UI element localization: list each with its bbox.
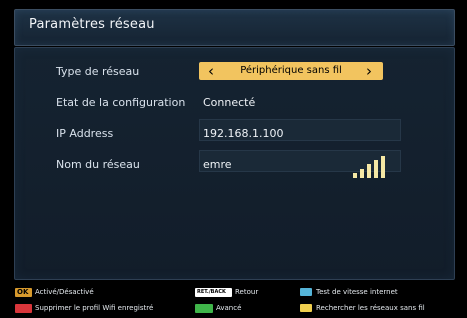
ok-key-icon: OK	[15, 288, 32, 297]
network-settings-panel: Type de réseau ‹ Périphérique sans fil ›…	[14, 47, 455, 280]
return-back-key-icon: RET./BACK	[195, 288, 232, 297]
wifi-signal-strength-icon	[353, 156, 385, 178]
signal-bar-4	[374, 160, 378, 178]
page-title: Paramètres réseau	[29, 17, 155, 32]
red-key-icon	[15, 304, 32, 313]
network-type-value: Périphérique sans fil	[240, 65, 342, 76]
network-type-selector[interactable]: ‹ Périphérique sans fil ›	[199, 62, 383, 80]
yellow-key-icon	[300, 304, 312, 312]
delete-saved-wifi-profile-hint: Supprimer le profil Wifi enregistré	[35, 304, 154, 312]
signal-bar-2	[360, 169, 364, 178]
signal-bar-3	[367, 164, 371, 178]
chevron-right-icon[interactable]: ›	[366, 62, 372, 80]
ip-address-label: IP Address	[56, 127, 114, 140]
title-bar: Paramètres réseau	[14, 9, 455, 46]
activate-deactivate-hint: Activé/Désactivé	[35, 288, 94, 296]
ip-address-value: 192.168.1.100	[203, 127, 284, 140]
signal-bar-5	[381, 156, 385, 178]
advanced-hint: Avancé	[216, 304, 242, 312]
configuration-state-value: Connecté	[203, 96, 256, 109]
signal-bar-1	[353, 173, 357, 178]
return-back-key-label: RET./BACK	[197, 289, 226, 295]
configuration-state-label: Etat de la configuration	[56, 96, 186, 109]
network-name-value: emre	[203, 158, 232, 171]
green-key-icon	[195, 304, 213, 313]
internet-speed-test-hint: Test de vitesse internet	[316, 288, 398, 296]
ok-key-label: OK	[17, 288, 29, 296]
network-settings-screen: Paramètres réseau Type de réseau ‹ Périp…	[0, 0, 467, 318]
network-name-label: Nom du réseau	[56, 158, 140, 171]
blue-key-icon	[300, 288, 312, 296]
chevron-left-icon[interactable]: ‹	[208, 62, 214, 80]
back-hint: Retour	[235, 288, 259, 296]
network-type-label: Type de réseau	[56, 65, 140, 78]
scan-wireless-networks-hint: Rechercher les réseaux sans fil	[316, 304, 425, 312]
remote-key-legend: OK Activé/Désactivé RET./BACK Retour Tes…	[0, 287, 467, 318]
